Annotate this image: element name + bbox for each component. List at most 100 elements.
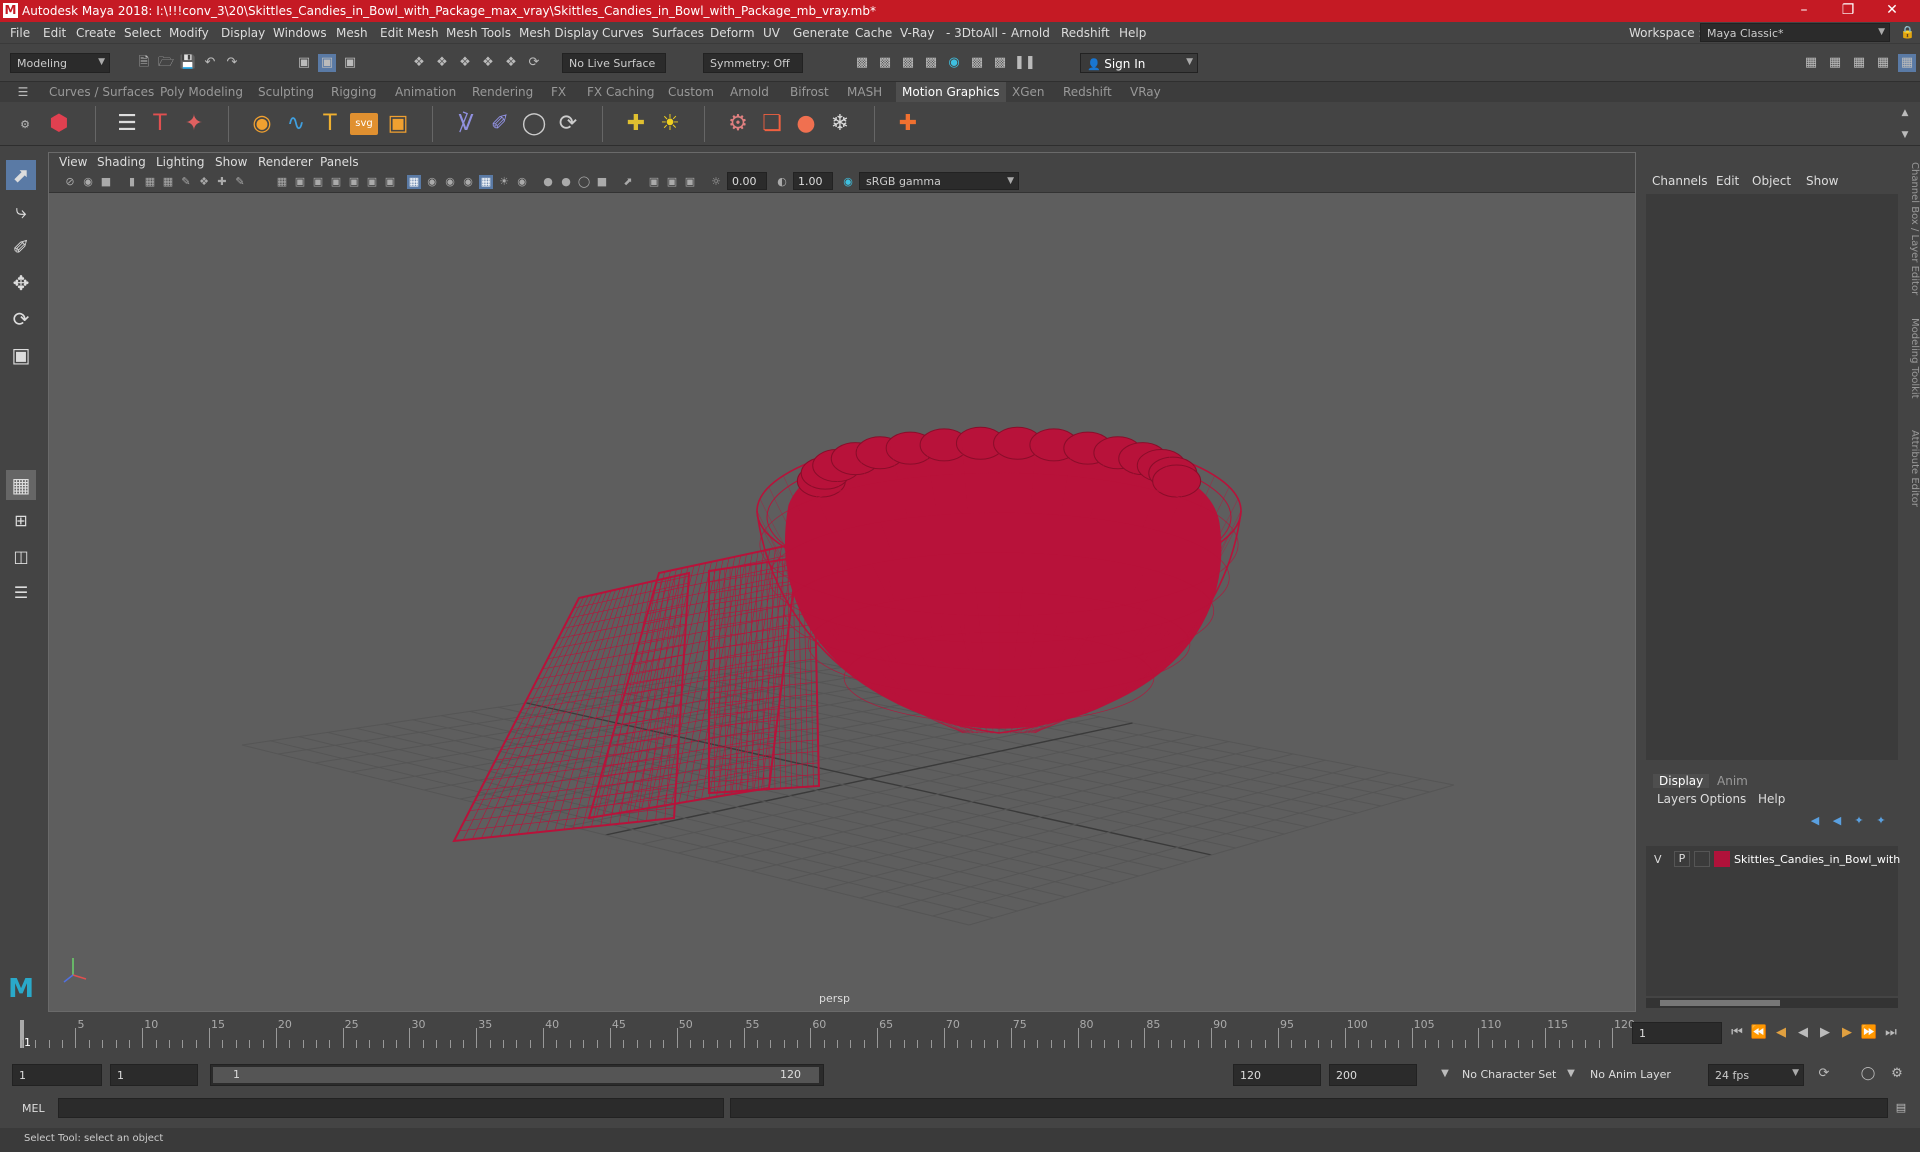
tool-settings-icon[interactable]: ▦ <box>1850 54 1868 72</box>
gear-icon[interactable]: ⚙ <box>724 110 752 138</box>
hypershade-icon[interactable]: ◉ <box>945 54 963 72</box>
step-back-frame-icon[interactable]: ◀ <box>1772 1024 1790 1042</box>
snap-grid-icon[interactable]: ❖ <box>410 54 428 72</box>
go-to-end-icon[interactable]: ⏭ <box>1882 1024 1900 1042</box>
close-button[interactable]: ✕ <box>1870 0 1914 22</box>
select-tool-icon[interactable]: ⬈ <box>6 160 36 190</box>
vray-render-icon[interactable]: ▩ <box>991 54 1009 72</box>
time-slider[interactable]: 1 5 10 15 20 25 30 35 40 45 50 55 60 65 70 75 80 85 90 95 1… <box>0 1016 1920 1052</box>
auto-key-icon[interactable]: ◯ <box>1859 1065 1877 1083</box>
playback-start-field[interactable]: 1 <box>110 1064 198 1086</box>
maximize-button[interactable]: ❐ <box>1826 0 1870 22</box>
safe-action-icon[interactable]: ▣ <box>365 175 379 189</box>
move-tool-icon[interactable]: ✥ <box>6 268 36 298</box>
sphere-icon[interactable]: ◉ <box>248 110 276 138</box>
textured-icon[interactable]: ◉ <box>461 175 475 189</box>
four-view-icon[interactable]: ⊞ <box>6 506 36 536</box>
play-backwards-icon[interactable]: ◀ <box>1794 1024 1812 1042</box>
layer-menu-layers[interactable]: Layers <box>1657 792 1697 806</box>
wireframe-icon[interactable]: ▦ <box>407 175 421 189</box>
viewport-menu-view[interactable]: View <box>59 155 87 169</box>
smooth-shade-icon[interactable]: ◉ <box>425 175 439 189</box>
menu-windows[interactable]: Windows <box>273 26 327 40</box>
new-layer-icon[interactable]: ✦ <box>1850 812 1868 830</box>
gate-mask-icon[interactable]: ▣ <box>329 175 343 189</box>
channel-box-menu-show[interactable]: Show <box>1806 174 1838 188</box>
scrollbar-thumb[interactable] <box>1660 1000 1780 1006</box>
shelf-scroll-down-icon[interactable]: ▼ <box>1896 126 1914 144</box>
start-time-field[interactable]: 1 <box>12 1064 102 1086</box>
outliner-icon[interactable]: ▦ <box>1874 54 1892 72</box>
safe-title-icon[interactable]: ▣ <box>383 175 397 189</box>
shirt-icon[interactable]: ❏ <box>758 110 786 138</box>
open-scene-icon[interactable]: 🗁 <box>157 54 175 72</box>
exposure-field[interactable]: 0.00 <box>727 172 767 190</box>
menu-deform[interactable]: Deform <box>710 26 755 40</box>
two-view-icon[interactable]: ◫ <box>6 542 36 572</box>
image-plane-icon[interactable]: ▦ <box>143 175 157 189</box>
fps-select[interactable]: 24 fps ▼ <box>1708 1064 1804 1086</box>
sweep-icon[interactable]: ℣ <box>452 110 480 138</box>
motion-graphics-cube-icon[interactable]: ⬢ <box>45 110 73 138</box>
tab-animation[interactable]: Animation <box>395 85 456 99</box>
menu-edit-mesh[interactable]: Edit Mesh <box>380 26 439 40</box>
distribute-icon[interactable]: ✚ <box>622 110 650 138</box>
depth-of-field-icon[interactable]: ■ <box>595 175 609 189</box>
menu-mesh[interactable]: Mesh <box>336 26 368 40</box>
new-scene-icon[interactable]: 🗎 <box>135 54 153 72</box>
tab-rendering[interactable]: Rendering <box>472 85 533 99</box>
menu-curves[interactable]: Curves <box>602 26 644 40</box>
tab-motion-graphics[interactable]: Motion Graphics <box>896 82 1006 102</box>
attribute-editor-icon[interactable]: ▦ <box>1826 54 1844 72</box>
layer-type-toggle[interactable] <box>1694 851 1710 867</box>
viewport-menu-lighting[interactable]: Lighting <box>156 155 205 169</box>
menu-display[interactable]: Display <box>221 26 265 40</box>
snowflake-icon[interactable]: ❄ <box>826 110 854 138</box>
menu-help[interactable]: Help <box>1119 26 1146 40</box>
paint-select-icon[interactable]: ✐ <box>6 232 36 262</box>
layer-name[interactable]: Skittles_Candies_in_Bowl_with <box>1734 853 1900 866</box>
emitter-icon[interactable]: ● <box>792 110 820 138</box>
tab-fx-caching[interactable]: FX Caching <box>587 85 654 99</box>
character-set-field[interactable]: No Character Set <box>1456 1064 1570 1086</box>
field-chart-icon[interactable]: ▣ <box>347 175 361 189</box>
tab-arnold[interactable]: Arnold <box>730 85 769 99</box>
menu-create[interactable]: Create <box>76 26 116 40</box>
curve-warp-icon[interactable]: ∿ <box>282 110 310 138</box>
viewport-menu-renderer[interactable]: Renderer <box>258 155 313 169</box>
shelf-settings-icon[interactable]: ⚙ <box>16 116 34 134</box>
xray-joints-icon[interactable]: ▣ <box>647 175 661 189</box>
viewport-menu-shading[interactable]: Shading <box>97 155 146 169</box>
layer-color-swatch[interactable] <box>1714 851 1730 867</box>
loop-icon[interactable]: ⟳ <box>1815 1065 1833 1083</box>
scale-tool-icon[interactable]: ▣ <box>6 340 36 370</box>
channel-box-menu-object[interactable]: Object <box>1752 174 1791 188</box>
exposure-icon[interactable]: ☼ <box>709 175 723 189</box>
mode-select[interactable]: Modeling ▼ <box>10 53 110 73</box>
single-perspective-view-icon[interactable]: ▦ <box>6 470 36 500</box>
light-icon[interactable]: ☀ <box>656 110 684 138</box>
grease-pencil-icon[interactable]: ✎ <box>179 175 193 189</box>
shelf-scroll-up-icon[interactable]: ▲ <box>1896 104 1914 122</box>
rotate-tool-icon[interactable]: ⟳ <box>6 304 36 334</box>
tab-sculpting[interactable]: Sculpting <box>258 85 314 99</box>
snap-view-icon[interactable]: ❖ <box>479 54 497 72</box>
rotate-icon[interactable]: ⟳ <box>554 110 582 138</box>
side-tab-modeling-toolkit[interactable]: Modeling Toolkit <box>1906 318 1920 410</box>
render-settings-icon[interactable]: ▩ <box>922 54 940 72</box>
film-gate-icon[interactable]: ▣ <box>293 175 307 189</box>
viewport-menu-panels[interactable]: Panels <box>320 155 359 169</box>
menu-surfaces[interactable]: Surfaces <box>652 26 704 40</box>
camera-attributes-icon[interactable]: ⊘ <box>63 175 77 189</box>
backface-culling-icon[interactable]: ▣ <box>683 175 697 189</box>
menu-edit[interactable]: Edit <box>43 26 66 40</box>
symmetry-field[interactable]: Symmetry: Off <box>703 53 803 73</box>
viewport-menu-show[interactable]: Show <box>215 155 247 169</box>
select-component-icon[interactable]: ▣ <box>341 54 359 72</box>
select-hierarchy-icon[interactable]: ▣ <box>295 54 313 72</box>
workspace-select[interactable]: Maya Classic* ▼ <box>1700 23 1890 42</box>
2d-pan-icon[interactable]: ▦ <box>161 175 175 189</box>
ipr-render-icon[interactable]: ▩ <box>899 54 917 72</box>
brush-icon[interactable]: ✐ <box>486 110 514 138</box>
color-management-icon[interactable]: ◉ <box>841 175 855 189</box>
